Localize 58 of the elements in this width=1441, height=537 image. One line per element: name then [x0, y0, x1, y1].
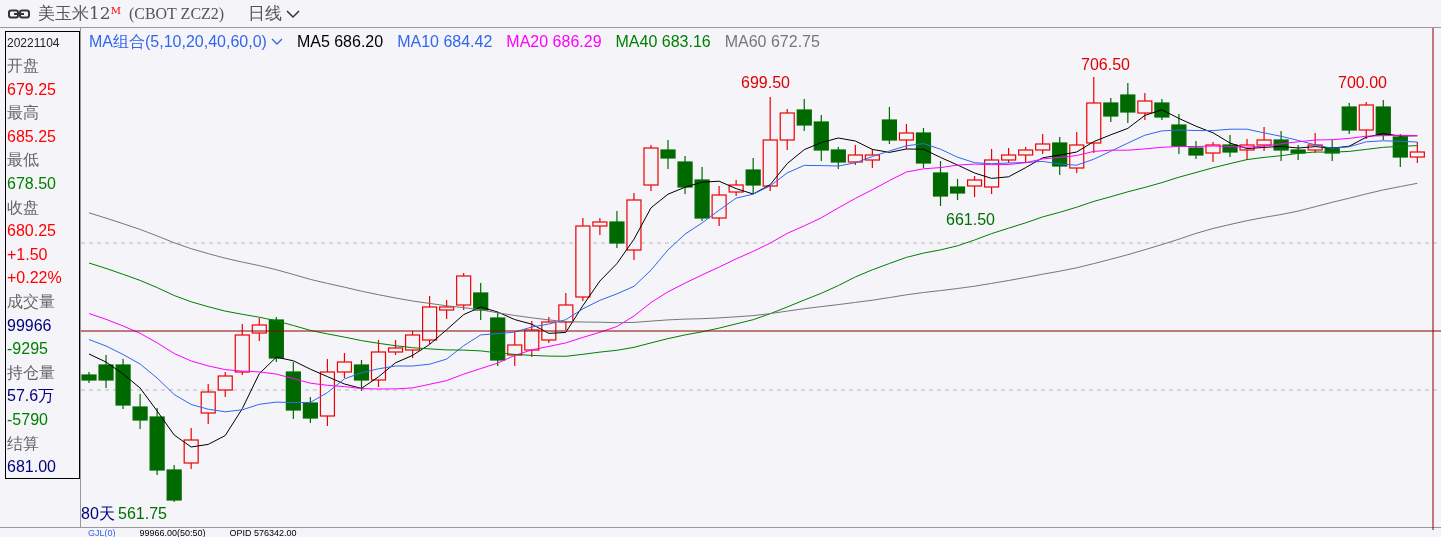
- info-text: 680.25: [7, 221, 57, 242]
- info-text: -9295: [7, 339, 49, 360]
- price-label: 699.50: [741, 74, 790, 92]
- info-text: 679.25: [7, 79, 57, 100]
- candlestick: [1205, 141, 1221, 163]
- info-text: 开盘: [7, 56, 40, 76]
- candlestick: [1341, 102, 1357, 135]
- info-text: 685.25: [7, 126, 57, 147]
- info-text: 681.00: [7, 457, 57, 478]
- candlestick: [1239, 138, 1255, 161]
- candlestick: [1018, 146, 1034, 164]
- indicator-reading: 99966.00(50:50): [139, 528, 206, 537]
- info-text: 最低: [7, 150, 40, 171]
- instrument-code: (CBOT ZCZ2): [128, 3, 225, 25]
- moving-average-value: MA5 686.20: [296, 32, 384, 52]
- info-text: -5790: [7, 409, 49, 430]
- date-text: 20221104: [7, 35, 61, 52]
- candlestick: [1256, 126, 1272, 152]
- info-text: 收盘: [7, 197, 40, 218]
- chevron-down-icon: [270, 38, 283, 46]
- link-icon[interactable]: [8, 8, 30, 19]
- instrument-title: 美玉米12$^{M}$: [38, 1, 121, 25]
- candlestick: [864, 148, 880, 169]
- price-label: 561.75: [118, 505, 167, 523]
- candlestick: [1375, 99, 1391, 141]
- indicator-reading: GJL(0): [88, 528, 116, 537]
- moving-average-value: MA10 684.42: [397, 32, 493, 52]
- info-text: 678.50: [7, 173, 57, 194]
- indicator-dropdown[interactable]: MA组合(5,10,20,40,60,0): [89, 30, 283, 54]
- info-text: +0.22%: [7, 268, 63, 289]
- chevron-down-icon: [286, 8, 301, 19]
- price-label: 661.50: [946, 211, 995, 229]
- info-text: 持仓量: [7, 362, 56, 383]
- candlestick: [677, 155, 693, 195]
- candlestick: [1324, 139, 1340, 162]
- candlestick: [847, 144, 863, 166]
- indicator-reading: OPID 576342.00: [229, 528, 297, 537]
- info-text: 57.6万: [7, 386, 56, 407]
- candlestick: [541, 316, 557, 344]
- candlestick: [1358, 101, 1374, 140]
- candlestick: [183, 427, 199, 470]
- price-label: 706.50: [1081, 56, 1130, 74]
- period-dropdown[interactable]: 日线: [248, 0, 301, 27]
- candlestick: [1307, 132, 1323, 154]
- candlestick: [1222, 134, 1238, 158]
- info-text: 最高: [7, 103, 40, 124]
- candlestick: [796, 98, 812, 132]
- info-text: +1.50: [7, 244, 49, 265]
- candlestick: [694, 166, 710, 222]
- price-label: 700.00: [1338, 74, 1387, 92]
- info-text: 结算: [7, 433, 40, 454]
- moving-average-value: MA20 686.29: [506, 32, 602, 52]
- info-text: 成交量: [7, 291, 56, 312]
- moving-average-value: MA40 683.16: [615, 32, 711, 52]
- candlestick: [524, 320, 540, 358]
- info-text: 99966: [7, 315, 53, 336]
- moving-average-value: MA60 672.75: [724, 32, 820, 52]
- period-count-label: 80天: [81, 505, 115, 523]
